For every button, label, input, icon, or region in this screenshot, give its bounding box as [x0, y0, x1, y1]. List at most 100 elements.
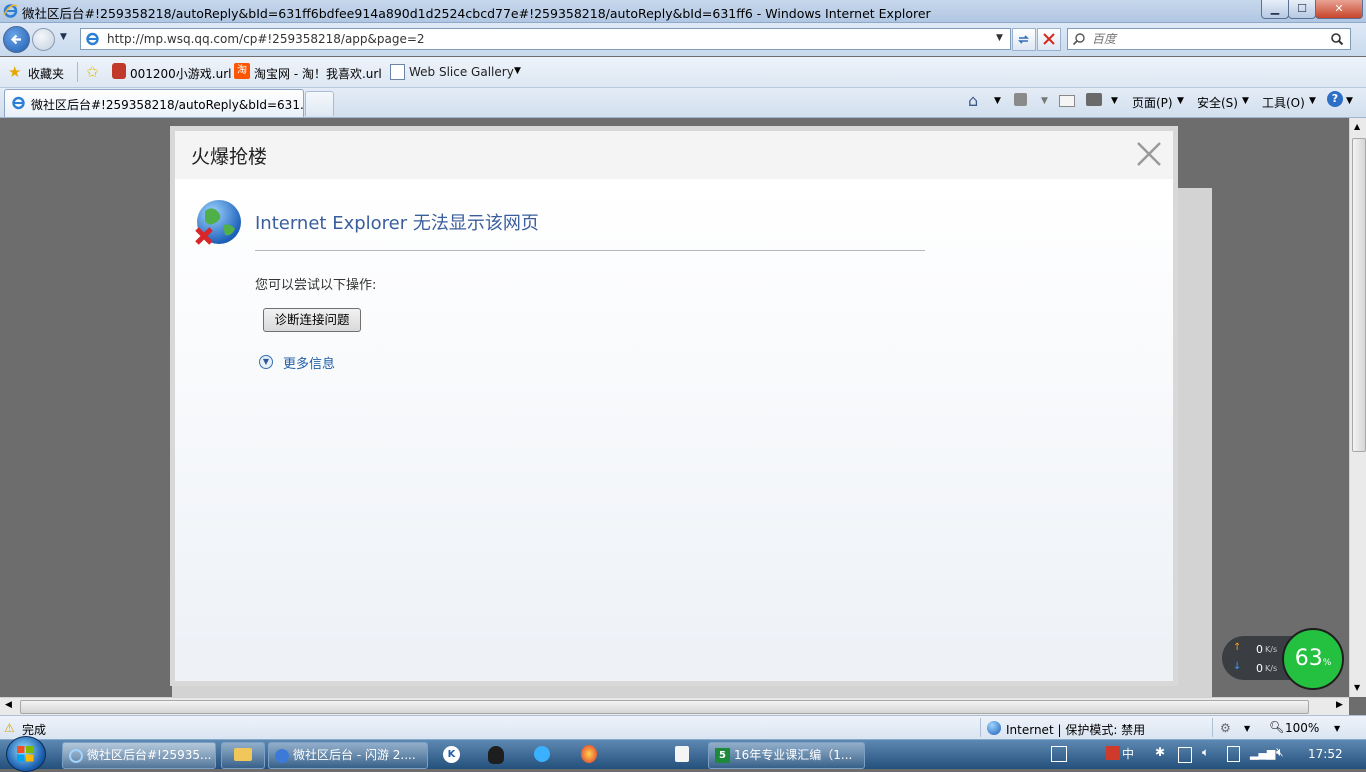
scroll-up-icon[interactable]: ▲: [1354, 122, 1360, 131]
status-divider-2: [1212, 718, 1213, 737]
favorites-button[interactable]: 收藏夹: [28, 65, 64, 82]
qq-penguin-icon[interactable]: [488, 746, 504, 764]
tray-speaker-icon[interactable]: 🔈︎: [1202, 745, 1209, 760]
favorite-item-game[interactable]: 001200小游戏.url: [130, 65, 232, 82]
stop-button[interactable]: [1037, 28, 1061, 51]
address-bar[interactable]: http://mp.wsq.qq.com/cp#!259358218/app&p…: [80, 28, 1011, 50]
close-window-button[interactable]: ✕: [1315, 0, 1363, 19]
search-go-icon[interactable]: [1330, 32, 1344, 46]
tray-screen-icon[interactable]: [1051, 746, 1067, 762]
folder-icon: [234, 748, 252, 761]
recent-pages-chevron-icon[interactable]: ▼: [60, 32, 67, 42]
upload-unit: K/s: [1265, 645, 1278, 654]
more-info-expand-icon[interactable]: ▼: [259, 355, 273, 369]
help-icon[interactable]: ?: [1327, 91, 1343, 107]
navigation-bar: ▼ http://mp.wsq.qq.com/cp#!259358218/app…: [0, 23, 1366, 56]
tray-flag-icon[interactable]: [1227, 746, 1240, 762]
taskbar-item-explorer[interactable]: [221, 742, 265, 769]
home-dropdown-icon[interactable]: ▼: [994, 96, 1001, 106]
back-button[interactable]: [3, 26, 30, 53]
protected-mode-icon[interactable]: ⚙: [1220, 721, 1231, 735]
scroll-left-icon[interactable]: ◀: [5, 700, 12, 710]
print-dropdown-icon[interactable]: ▼: [1111, 96, 1118, 106]
scroll-down-icon[interactable]: ▼: [1354, 683, 1360, 692]
taskbar-clock[interactable]: 17:52: [1308, 747, 1343, 761]
error-title: Internet Explorer 无法显示该网页: [255, 213, 539, 234]
refresh-button[interactable]: [1012, 28, 1036, 51]
page-content: 火爆抢楼 Internet Explorer 无法显示该网页 您可以尝试以下操作…: [0, 118, 1349, 697]
window-title: 微社区后台#!259358218/autoReply&bId=631ff6bdf…: [22, 6, 931, 21]
tray-ime-icon[interactable]: [1106, 746, 1120, 760]
favorite-item-web-slice-gallery[interactable]: Web Slice Gallery: [409, 65, 514, 79]
add-favorite-star-icon[interactable]: ✩: [86, 63, 99, 81]
forward-button[interactable]: [32, 28, 55, 51]
new-tab-button[interactable]: [305, 91, 334, 116]
security-zone[interactable]: Internet | 保护模式: 禁用: [1006, 721, 1145, 738]
more-info-link[interactable]: 更多信息: [283, 353, 335, 372]
favorite-item-taobao[interactable]: 淘宝网 - 淘！我喜欢.url: [254, 65, 382, 82]
page-menu[interactable]: 页面(P): [1132, 94, 1173, 111]
vertical-scrollbar[interactable]: ▲ ▼: [1349, 118, 1366, 697]
address-input[interactable]: http://mp.wsq.qq.com/cp#!259358218/app&p…: [107, 32, 425, 46]
taskbar: 微社区后台#!25935... 微社区后台 - 闪游 2.... K 5 16年专…: [0, 736, 1366, 772]
print-icon[interactable]: [1086, 93, 1102, 106]
horizontal-scrollbar[interactable]: ◀ ▶: [0, 697, 1349, 715]
status-divider: [980, 718, 981, 737]
web-slice-dropdown-icon[interactable]: ▼: [514, 66, 521, 76]
tray-network-signal-icon[interactable]: ▂▄▆: [1250, 747, 1275, 760]
download-unit: K/s: [1265, 664, 1278, 673]
tray-volume-muted-icon[interactable]: 🔇︎: [1276, 745, 1284, 760]
horizontal-scroll-thumb[interactable]: [20, 700, 1309, 714]
taskbar-item-shanyou[interactable]: 微社区后台 - 闪游 2....: [268, 742, 428, 769]
tray-bluetooth-icon[interactable]: ✱: [1155, 745, 1165, 759]
diagnose-connection-button[interactable]: 诊断连接问题: [263, 308, 361, 332]
taskbar-item-label: 16年专业课汇编（1...: [734, 748, 853, 762]
search-box[interactable]: [1067, 28, 1351, 50]
k-app-icon[interactable]: K: [443, 746, 460, 763]
tab-title: 微社区后台#!259358218/autoReply&bId=631...: [31, 98, 312, 112]
taskbar-item-excel[interactable]: 5 16年专业课汇编（1...: [708, 742, 865, 769]
game-site-icon: [112, 63, 126, 79]
mail-icon[interactable]: [1059, 95, 1075, 107]
search-input[interactable]: [1090, 30, 1324, 48]
zoom-dropdown-icon[interactable]: ▼: [1334, 724, 1340, 733]
tab-bar: 微社区后台#!259358218/autoReply&bId=631... ⌂ …: [0, 88, 1366, 118]
feeds-icon[interactable]: [1014, 93, 1027, 106]
download-arrow-icon: ↓: [1233, 661, 1242, 672]
memory-usage-ball[interactable]: 63%: [1282, 628, 1344, 690]
safety-menu[interactable]: 安全(S): [1197, 94, 1238, 111]
zoom-level[interactable]: 100%: [1285, 721, 1319, 735]
zoom-icon[interactable]: 🔍︎: [1269, 720, 1284, 734]
tools-menu[interactable]: 工具(O): [1262, 94, 1305, 111]
upload-speed: 0: [1256, 643, 1263, 656]
address-dropdown-icon[interactable]: ▼: [996, 33, 1003, 43]
vertical-scroll-thumb[interactable]: [1352, 138, 1366, 452]
tray-cn-icon[interactable]: 中: [1122, 745, 1134, 762]
browser-app-icon[interactable]: [534, 746, 550, 762]
favorites-star-icon: ★: [8, 63, 22, 81]
dialog-close-icon[interactable]: [1136, 141, 1162, 167]
tab-active[interactable]: 微社区后台#!259358218/autoReply&bId=631...: [4, 89, 311, 117]
feeds-dropdown-icon[interactable]: ▼: [1041, 96, 1048, 106]
help-dropdown-icon[interactable]: ▼: [1346, 96, 1353, 106]
scroll-right-icon[interactable]: ▶: [1336, 700, 1343, 710]
dialog-title: 火爆抢楼: [191, 146, 268, 168]
favorites-bar: ★ 收藏夹 ✩ 001200小游戏.url 淘 淘宝网 - 淘！我喜欢.url …: [0, 57, 1366, 88]
spreadsheet-icon: 5: [715, 748, 730, 763]
protected-mode-dropdown-icon[interactable]: ▼: [1244, 724, 1250, 733]
balloon-app-icon[interactable]: [581, 745, 597, 763]
windows-logo-icon: [17, 746, 34, 762]
minimize-button[interactable]: ▁: [1261, 0, 1289, 19]
taskbar-item-ie[interactable]: 微社区后台#!25935...: [62, 742, 216, 769]
notepad-app-icon[interactable]: [675, 746, 689, 762]
status-bar: ⚠ 完成 Internet | 保护模式: 禁用 ⚙ ▼ 🔍︎ 100% ▼: [0, 715, 1366, 740]
memory-percent-sign: %: [1322, 658, 1332, 668]
maximize-button[interactable]: ☐: [1288, 0, 1316, 19]
tray-battery-icon[interactable]: [1178, 747, 1192, 763]
window-title-bar[interactable]: 微社区后台#!259358218/autoReply&bId=631ff6bdf…: [0, 0, 1366, 23]
taskbar-item-label: 微社区后台 - 闪游 2....: [293, 748, 416, 762]
taskbar-item-label: 微社区后台#!25935...: [87, 748, 212, 762]
home-icon[interactable]: ⌂: [968, 91, 978, 110]
search-magnifier-icon: [1072, 33, 1085, 46]
start-button[interactable]: [6, 736, 46, 772]
